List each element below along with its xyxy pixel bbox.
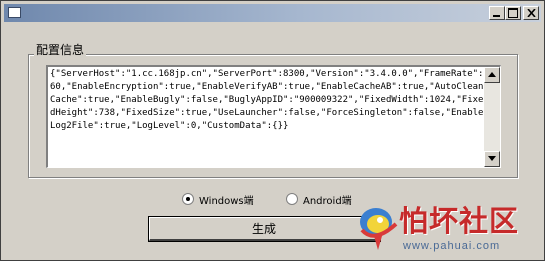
watermark: 怕坏社区 www.pahuai.com	[356, 198, 542, 258]
radio-android-label: Android端	[303, 195, 352, 207]
arrow-up-icon	[488, 72, 496, 77]
arrow-down-icon	[488, 156, 496, 161]
close-icon	[527, 9, 536, 17]
scroll-down-button[interactable]	[484, 151, 500, 167]
radio-windows-label: Windows端	[199, 195, 254, 207]
config-group-label: 配置信息	[34, 41, 87, 58]
maximize-button[interactable]	[505, 6, 521, 20]
minimize-button[interactable]	[489, 6, 505, 20]
watermark-url: www.pahuai.com	[403, 240, 501, 252]
radio-windows[interactable]: Windows端	[182, 192, 254, 207]
radio-android-indicator[interactable]	[286, 193, 298, 205]
main-window: 配置信息 {"ServerHost":"1.cc.168jp.cn","Serv…	[0, 0, 545, 261]
title-bar[interactable]	[4, 4, 541, 22]
config-json-text[interactable]: {"ServerHost":"1.cc.168jp.cn","ServerPor…	[50, 68, 484, 133]
close-button[interactable]	[523, 6, 539, 20]
app-icon	[8, 7, 21, 18]
radio-windows-indicator[interactable]	[182, 193, 194, 205]
watermark-text: 怕坏社区	[399, 204, 520, 238]
watermark-logo	[360, 208, 398, 250]
generate-button[interactable]: 生成	[148, 216, 381, 242]
radio-android[interactable]: Android端	[286, 192, 352, 207]
config-textarea[interactable]: {"ServerHost":"1.cc.168jp.cn","ServerPor…	[46, 65, 501, 168]
scroll-up-button[interactable]	[484, 67, 500, 83]
vertical-scrollbar[interactable]	[484, 67, 500, 167]
